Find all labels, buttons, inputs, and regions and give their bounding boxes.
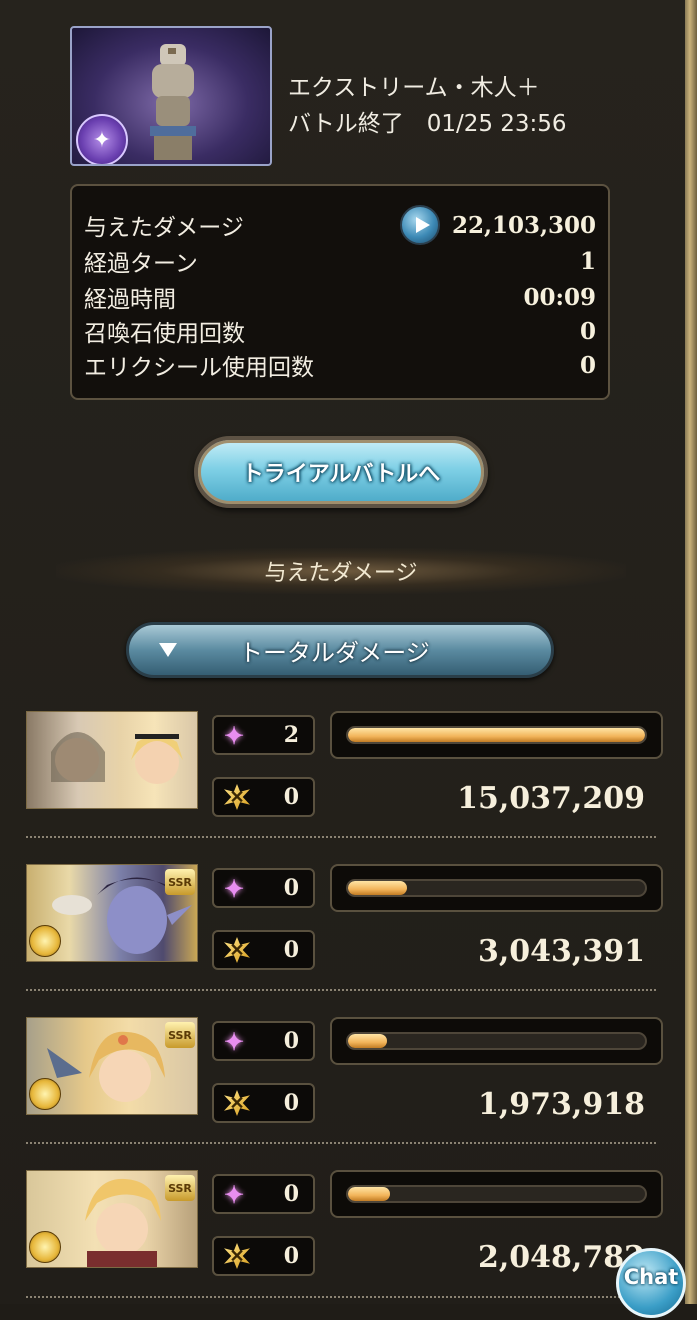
row-divider <box>26 1142 656 1144</box>
quest-thumbnail: ✦ <box>70 26 272 166</box>
ougi-count: 0 <box>283 1090 299 1116</box>
character-portrait[interactable] <box>26 711 198 809</box>
stat-label: 経過ターン <box>84 251 198 277</box>
stat-label: 与えたダメージ <box>84 215 244 241</box>
damage-bar-fill <box>348 728 645 742</box>
battle-status: バトル終了 01/25 23:56 <box>288 111 567 137</box>
skill-count-box: ✦ 0 <box>212 868 315 908</box>
dropdown-triangle-icon <box>159 643 177 657</box>
damage-bar-fill <box>348 1187 390 1201</box>
battle-stats-box: 与えたダメージ 22,103,300 経過ターン 1 経過時間 00:09 召喚… <box>70 184 610 400</box>
charge-attack-icon: ✕ <box>224 937 250 963</box>
section-header: 与えたダメージ <box>56 548 626 594</box>
damage-bar <box>330 1170 663 1218</box>
stat-row-summons: 召喚石使用回数 0 <box>84 314 596 348</box>
skill-count-box: ✦ 2 <box>212 715 315 755</box>
stat-row-damage: 与えたダメージ 22,103,300 <box>84 205 596 245</box>
total-damage-select[interactable]: トータルダメージ <box>126 622 554 678</box>
stat-value: 0 <box>579 351 596 379</box>
ougi-count-box: ✕ 0 <box>212 1236 315 1276</box>
training-dummy-image <box>150 44 196 160</box>
stat-value: 00:09 <box>523 283 596 311</box>
quest-title: エクストリーム・木人＋ <box>288 75 540 101</box>
stat-value: 1 <box>579 247 596 275</box>
damage-value: 15,037,209 <box>457 781 645 816</box>
trial-battle-button[interactable]: トライアルバトルへ <box>194 436 488 508</box>
total-damage-label: トータルダメージ <box>239 638 430 667</box>
character-row: SSR ✦ 0 ✕ 0 3,043,391 <box>0 864 685 1014</box>
ougi-count: 0 <box>283 937 299 963</box>
chat-button[interactable]: Chat <box>616 1248 686 1318</box>
skill-count: 0 <box>283 1181 299 1207</box>
character-portrait[interactable]: SSR <box>26 864 198 962</box>
skill-count: 0 <box>283 875 299 901</box>
damage-bar-track <box>346 1185 647 1203</box>
character-row: ✦ 2 ✕ 0 15,037,209 <box>0 711 685 861</box>
ougi-count-box: ✕ 0 <box>212 930 315 970</box>
stat-row-time: 経過時間 00:09 <box>84 280 596 314</box>
damage-value: 1,973,918 <box>477 1087 645 1122</box>
damage-bar <box>330 1017 663 1065</box>
damage-bar-fill <box>348 881 408 895</box>
row-divider <box>26 1296 656 1298</box>
charge-attack-icon: ✕ <box>224 784 250 810</box>
character-portrait[interactable]: SSR <box>26 1017 198 1115</box>
skill-star-icon: ✦ <box>224 1026 245 1056</box>
charge-attack-icon: ✕ <box>224 1090 250 1116</box>
ougi-count-box: ✕ 0 <box>212 1083 315 1123</box>
damage-bar-track <box>346 879 647 897</box>
rarity-badge: SSR <box>165 869 195 895</box>
ougi-count-box: ✕ 0 <box>212 777 315 817</box>
stat-value: 0 <box>579 317 596 345</box>
stat-value: 22,103,300 <box>451 211 596 239</box>
ougi-count: 0 <box>283 1243 299 1269</box>
skill-count-box: ✦ 0 <box>212 1174 315 1214</box>
stat-label: 召喚石使用回数 <box>84 321 245 347</box>
character-portrait-art <box>51 732 183 784</box>
rarity-badge: SSR <box>165 1022 195 1048</box>
coin-icon <box>29 1078 61 1110</box>
damage-bar-fill <box>348 1034 387 1048</box>
damage-bar-track <box>346 726 647 744</box>
coin-icon <box>29 925 61 957</box>
coin-icon <box>29 1231 61 1263</box>
skill-star-icon: ✦ <box>224 720 245 750</box>
character-portrait[interactable]: SSR <box>26 1170 198 1268</box>
replay-icon[interactable] <box>399 205 440 245</box>
dark-element-icon: ✦ <box>76 114 128 164</box>
charge-attack-icon: ✕ <box>224 1243 250 1269</box>
damage-bar-track <box>346 1032 647 1050</box>
ougi-count: 0 <box>283 784 299 810</box>
skill-count: 0 <box>283 1028 299 1054</box>
damage-bar <box>330 864 663 912</box>
character-row: SSR ✦ 0 ✕ 0 1,973,918 <box>0 1017 685 1167</box>
damage-value: 3,043,391 <box>477 934 645 969</box>
stat-label: 経過時間 <box>84 287 176 313</box>
stat-row-turns: 経過ターン 1 <box>84 244 596 278</box>
stat-label: エリクシール使用回数 <box>84 355 314 381</box>
skill-count: 2 <box>283 722 299 748</box>
skill-count-box: ✦ 0 <box>212 1021 315 1061</box>
row-divider <box>26 989 656 991</box>
skill-star-icon: ✦ <box>224 1179 245 1209</box>
scroll-frame <box>685 0 697 1304</box>
damage-bar <box>330 711 663 759</box>
rarity-badge: SSR <box>165 1175 195 1201</box>
row-divider <box>26 836 656 838</box>
stat-row-elixir: エリクシール使用回数 0 <box>84 348 596 382</box>
skill-star-icon: ✦ <box>224 873 245 903</box>
